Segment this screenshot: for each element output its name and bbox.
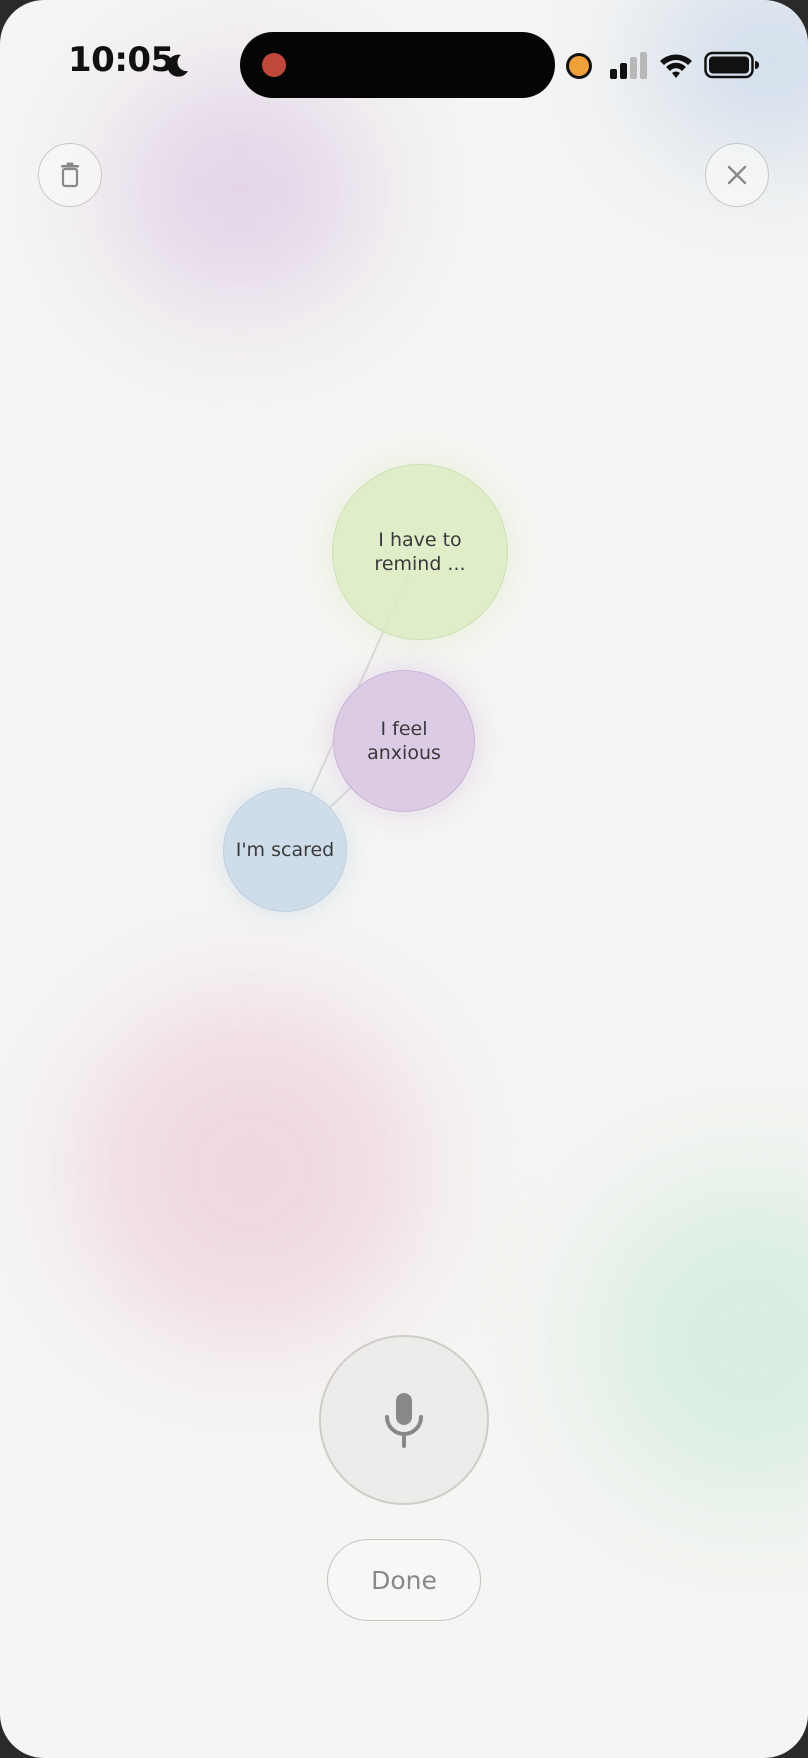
dynamic-island [240, 32, 555, 98]
close-button[interactable] [705, 143, 769, 207]
done-button[interactable]: Done [327, 1539, 481, 1621]
wifi-icon [660, 54, 692, 78]
thought-bubble[interactable]: I feel anxious [333, 670, 475, 812]
microphone-icon [385, 1393, 423, 1448]
thought-label: I feel anxious [367, 718, 441, 764]
moon-icon [167, 54, 188, 77]
thought-label: I'm scared [235, 839, 335, 861]
cellular-signal-icon [610, 52, 647, 79]
recording-indicator [262, 53, 286, 77]
battery-icon [704, 51, 759, 79]
thought-bubble[interactable]: I have to remind ... [332, 464, 508, 640]
close-icon [727, 165, 747, 185]
background-blob-blue [640, 0, 808, 160]
mic-indicator [569, 56, 589, 76]
background-blob-purple [110, 70, 370, 310]
trash-icon [61, 162, 79, 188]
thought-bubble[interactable]: I'm scared [223, 788, 347, 912]
background-blob-green [590, 1180, 808, 1500]
microphone-button[interactable] [319, 1335, 489, 1505]
thought-label: I have to remind ... [374, 529, 466, 575]
background-blob-pink [80, 1000, 420, 1340]
phone-screen: 10:05 I have to remind ... I feel anxiou… [0, 0, 808, 1758]
delete-button[interactable] [38, 143, 102, 207]
status-time: 10:05 [68, 40, 174, 80]
